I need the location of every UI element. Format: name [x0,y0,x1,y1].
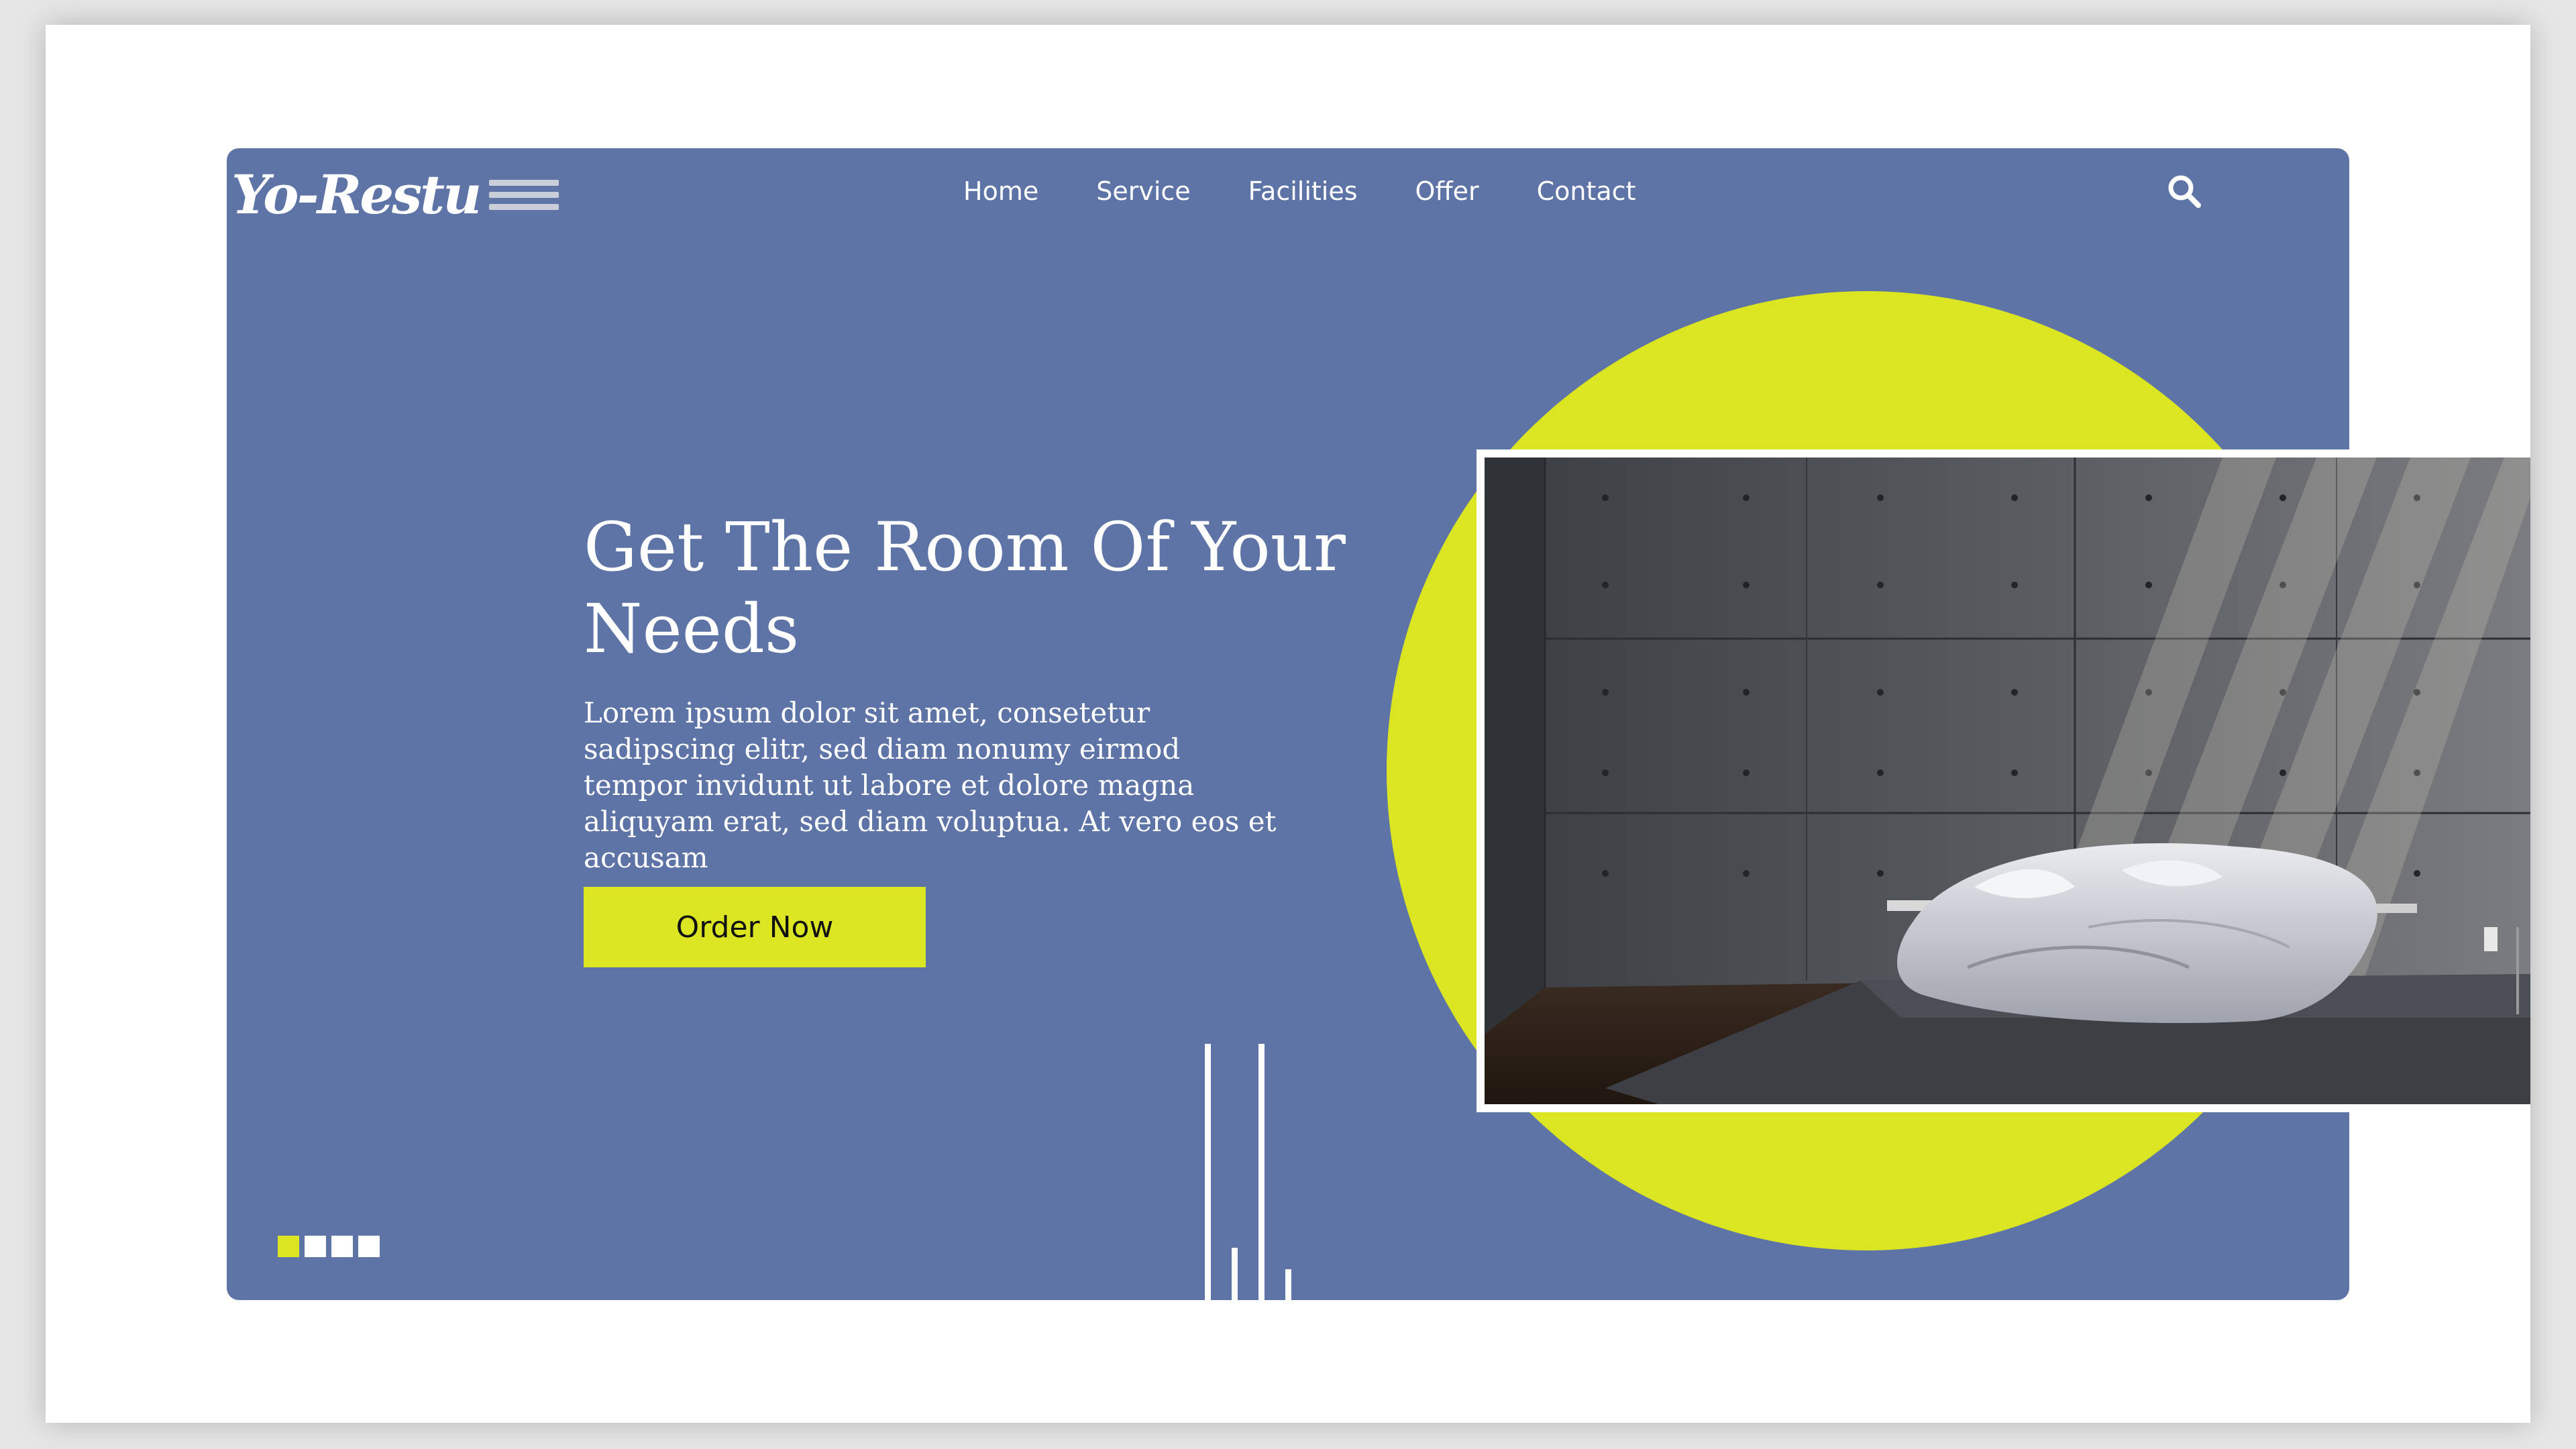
hero-title: Get The Room Of Your Needs [584,508,1346,668]
search-icon[interactable] [2165,172,2203,210]
order-now-button[interactable]: Order Now [584,887,926,967]
main-nav: Home Service Facilities Offer Contact [963,171,1693,211]
nav-item-facilities[interactable]: Facilities [1248,176,1358,206]
slider-dot[interactable] [358,1236,380,1257]
nav-item-service[interactable]: Service [1096,176,1190,206]
slider-indicator [278,1236,385,1257]
room-image [1485,458,2530,1104]
room-image-frame [1477,449,2530,1112]
hero-description: Lorem ipsum dolor sit amet, consetetur s… [584,696,1277,874]
nav-item-offer[interactable]: Offer [1415,176,1479,206]
hamburger-icon[interactable] [489,174,559,216]
slider-dot[interactable] [278,1236,299,1257]
logo[interactable]: Yo-Restu [231,168,482,221]
nav-item-contact[interactable]: Contact [1537,176,1636,206]
brand: Yo-Restu [231,154,559,235]
slider-dot[interactable] [331,1236,353,1257]
nav-item-home[interactable]: Home [963,176,1038,206]
slider-dot[interactable] [305,1236,326,1257]
